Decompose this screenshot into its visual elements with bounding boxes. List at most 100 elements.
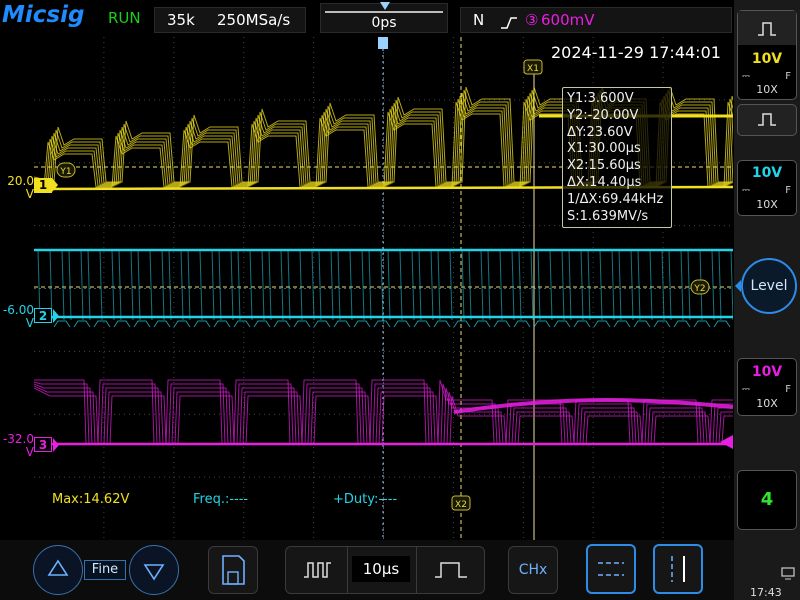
ch2-edge [318, 249, 322, 321]
timestamp: 2024-11-29 17:44:01 [551, 43, 721, 62]
fine-toggle[interactable]: Fine [84, 560, 126, 580]
ch2-ripple [93, 320, 111, 328]
ch2-edge [568, 249, 572, 321]
ch1-invert-button[interactable] [737, 104, 797, 136]
ch3-marker[interactable]: 3 [34, 437, 59, 452]
timebase-decrease-button[interactable] [286, 547, 348, 593]
ch2-edge [349, 249, 353, 321]
ch2-edge [230, 249, 234, 321]
ch1-marker[interactable]: 1 [34, 178, 58, 193]
pulse-wave-icon [738, 11, 796, 45]
ch2-ripple [473, 320, 491, 328]
ch2-probe: 10X [756, 198, 778, 211]
top-status-bar: Micsig RUN 35k 250MSa/s 0ps N ③ 600mV [0, 0, 734, 36]
ch2-ripple [333, 320, 351, 328]
ch2-edge [249, 249, 253, 321]
scale-down-button[interactable] [129, 545, 179, 595]
ch2-edge [661, 249, 665, 321]
ch4-button[interactable]: 4 [737, 470, 797, 530]
run-state[interactable]: RUN [108, 9, 141, 27]
measure-max[interactable]: Max:14.62V [52, 492, 129, 507]
ch2-ripple [593, 320, 611, 328]
ch2-ripple [193, 320, 211, 328]
ch1-settings-card[interactable]: 10V ⎓ F 10X [737, 10, 797, 100]
ch2-edge [580, 249, 584, 321]
ch2-ripple [413, 320, 431, 328]
ch2-edge [599, 249, 603, 321]
ch2-ripple [453, 320, 471, 328]
ch2-ripple [393, 320, 411, 328]
ch2-edge [180, 249, 184, 321]
timebase-increase-button[interactable] [416, 547, 484, 593]
level-button[interactable]: Level [741, 258, 797, 314]
ch3-offset-label: -32.0 V [2, 432, 34, 459]
ch2-edge [687, 249, 691, 321]
ch2-edge [330, 249, 334, 321]
ch2-coupling-icon: ⎓ [742, 185, 750, 196]
ch2-volts-div: 10V [751, 165, 783, 181]
ch2-ripple [673, 320, 691, 328]
ch2-edge [561, 249, 565, 321]
ch2-bandwidth: F [785, 185, 791, 196]
ch2-edge [261, 249, 265, 321]
cursor-readout-panel[interactable]: Y1:3.600V Y2:-20.00V ΔY:23.60V X1:30.00μ… [562, 87, 672, 228]
ch2-edge [361, 249, 365, 321]
cursor-y1: Y1:3.600V [567, 91, 634, 106]
ch2-edge [680, 249, 684, 321]
horizontal-cursor-icon [598, 562, 624, 576]
ch3-probe: 10X [756, 397, 778, 410]
triangle-down-icon [143, 564, 165, 581]
ch2-edge [61, 249, 65, 321]
ch2-edge [80, 249, 84, 321]
sample-rate: 250MSa/s [217, 11, 291, 29]
measure-frequency[interactable]: Freq.:---- [193, 492, 248, 507]
acquisition-box[interactable]: 35k 250MSa/s [154, 7, 306, 33]
ch2-edge [187, 249, 191, 321]
horizontal-position-value: 0ps [371, 15, 397, 31]
cursor-inverse-delta-x: 1/ΔX:69.44kHz [567, 191, 664, 207]
cursor-y1-label: Y1 [59, 167, 71, 177]
system-menu-icon[interactable] [781, 565, 797, 585]
chx-button[interactable]: CHx [508, 546, 558, 594]
scale-up-button[interactable] [33, 545, 83, 595]
cursor-y2-label: Y2 [693, 284, 705, 294]
wide-pulse-icon [435, 562, 467, 578]
ch2-edge [480, 249, 484, 321]
ch2-edge [649, 249, 653, 321]
ch2-ripple [233, 320, 251, 328]
ch2-edge [718, 249, 722, 321]
ch2-ripple [113, 320, 131, 328]
level-pointer-icon [735, 280, 741, 292]
trigger-level-marker [720, 435, 733, 449]
ch1-probe: 10X [756, 83, 778, 96]
trigger-box[interactable]: N ③ 600mV [460, 7, 732, 33]
ch1-volts-div: 10V [751, 51, 783, 67]
ch2-edge [637, 249, 641, 321]
ch3-trace [34, 387, 733, 445]
trigger-position-marker [380, 2, 390, 10]
save-button[interactable] [208, 546, 258, 594]
ch2-settings-card[interactable]: 10V ⎓ F 10X [737, 160, 797, 216]
ch2-edge [137, 249, 141, 321]
time-per-division: 10μs [352, 556, 410, 582]
ch2-edge [399, 249, 403, 321]
horizontal-position-box[interactable]: 0ps [320, 2, 448, 33]
horizontal-scroll-bar [325, 11, 443, 13]
ch2-ripple [253, 320, 271, 328]
ch2-ripple [313, 320, 331, 328]
trigger-mode: N [473, 11, 485, 29]
measure-duty[interactable]: +Duty:---- [333, 492, 397, 507]
ch2-ripple [153, 320, 171, 328]
memory-depth: 35k [167, 11, 195, 29]
ch2-offset-label: -6.00 V [2, 303, 34, 330]
horizontal-cursor-button[interactable] [586, 544, 636, 594]
ch3-settings-card[interactable]: 10V ⎓ F 10X [737, 358, 797, 416]
system-clock: 17:43 [750, 586, 782, 599]
ch2-marker[interactable]: 2 [34, 308, 59, 323]
narrow-pulse-icon [304, 562, 331, 578]
ch2-ripple [293, 320, 311, 328]
ch3-envelope [453, 398, 733, 414]
ch2-ripple [133, 320, 151, 328]
ch2-ripple [533, 320, 551, 328]
vertical-cursor-button[interactable] [653, 544, 703, 594]
